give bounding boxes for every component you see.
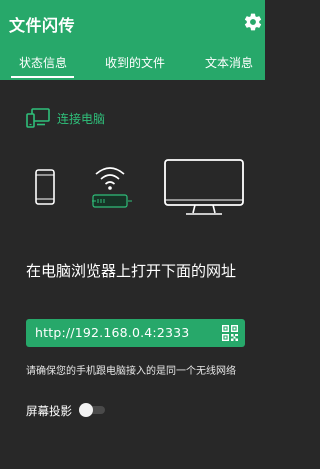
tab-bar: 状态信息 收到的文件 文本消息: [0, 46, 265, 80]
toggle-thumb: [79, 403, 93, 417]
phone-icon: [35, 169, 55, 205]
monitor-connect-icon: [26, 108, 50, 128]
desktop-monitor-icon: [164, 159, 244, 215]
server-url[interactable]: http://192.168.0.4:2333: [35, 325, 189, 340]
qr-code-icon[interactable]: [222, 325, 238, 341]
connection-illustration: [35, 159, 244, 215]
app-title: 文件闪传: [9, 16, 76, 35]
active-tab-indicator: [11, 76, 74, 78]
connect-computer-label: 连接电脑: [57, 112, 106, 126]
app-bar: 文件闪传: [0, 0, 265, 46]
instruction-headline: 在电脑浏览器上打开下面的网址: [26, 262, 237, 280]
gear-icon[interactable]: [243, 12, 263, 32]
url-bar[interactable]: http://192.168.0.4:2333: [26, 319, 245, 347]
screen-projection-label: 屏幕投影: [26, 404, 72, 418]
tab-received-files[interactable]: 收到的文件: [94, 46, 176, 80]
tab-status-info[interactable]: 状态信息: [6, 46, 80, 80]
same-network-hint: 请确保您的手机跟电脑接入的是同一个无线网络: [26, 366, 236, 377]
tab-text-messages[interactable]: 文本消息: [196, 46, 262, 80]
screen-projection-toggle[interactable]: [79, 403, 105, 417]
wifi-router-icon: [92, 167, 132, 208]
